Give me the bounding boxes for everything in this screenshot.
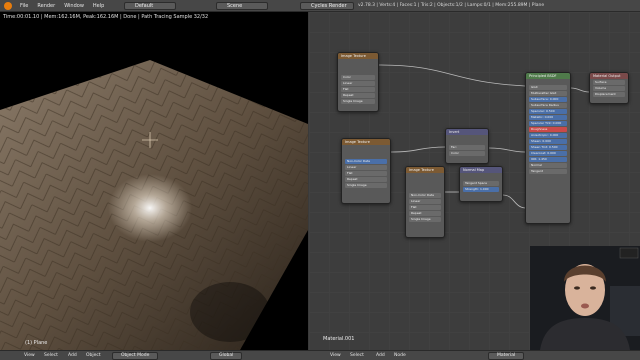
main-menu: File Render Window Help <box>20 3 104 9</box>
node-field[interactable]: Linear <box>409 199 441 204</box>
menu-file[interactable]: File <box>20 3 28 9</box>
node-tree-type-selector[interactable]: Material <box>488 352 524 360</box>
node-menu-node[interactable]: Node <box>394 352 406 360</box>
node-field[interactable]: Linear <box>341 81 375 86</box>
node-title: Image Texture <box>338 53 378 59</box>
node-title: Material Output <box>590 73 628 79</box>
menu-help[interactable]: Help <box>93 3 104 9</box>
render-info-text: Time:00:01.10 | Mem:162.16M, Peak:162.16… <box>3 14 209 20</box>
viewport-menu-object[interactable]: Object <box>86 352 101 360</box>
node-field[interactable]: Subsurface: 0.000 <box>529 97 567 102</box>
node-field[interactable]: Flat <box>341 87 375 92</box>
node-field[interactable]: Flat <box>409 205 441 210</box>
menu-window[interactable]: Window <box>64 3 84 9</box>
node-field[interactable]: Strength: 1.000 <box>463 187 499 192</box>
node-field[interactable]: Single Image <box>341 99 375 104</box>
node-field[interactable]: Subsurface Radius <box>529 103 567 108</box>
node-menu-select[interactable]: Select <box>350 352 364 360</box>
node-field[interactable]: Single Image <box>345 183 387 188</box>
bottom-header-bar: View Select Add Object Object Mode Globa… <box>0 350 640 360</box>
node-field[interactable]: Single Image <box>409 217 441 222</box>
3d-viewport[interactable]: Time:00:01.10 | Mem:162.16M, Peak:162.16… <box>0 12 308 350</box>
node-field[interactable]: Repeat <box>409 211 441 216</box>
transform-orientation-selector[interactable]: Global <box>210 352 242 360</box>
image-texture-node-mid[interactable]: Image Texture Non-Color Data Linear Flat… <box>341 138 391 204</box>
scene-selector[interactable]: Scene <box>216 2 268 10</box>
node-field[interactable]: Specular: 0.500 <box>529 109 567 114</box>
node-field[interactable]: Repeat <box>345 177 387 182</box>
node-field[interactable]: Multiscatter GGX <box>529 91 567 96</box>
layout-selector[interactable]: Default <box>124 2 176 10</box>
image-texture-node-low[interactable]: Image Texture Non-Color Data Linear Flat… <box>405 166 445 238</box>
node-title: Image Texture <box>406 167 444 173</box>
material-output-node[interactable]: Material Output Surface Volume Displacem… <box>589 72 629 104</box>
node-field[interactable]: Specular Tint: 0.000 <box>529 121 567 126</box>
node-field[interactable]: Volume <box>593 86 625 91</box>
active-object-label: (1) Plane <box>25 340 48 346</box>
node-field[interactable]: Linear <box>345 165 387 170</box>
image-texture-node-top[interactable]: Image Texture Color Linear Flat Repeat S… <box>337 52 379 112</box>
node-menu-view[interactable]: View <box>330 352 341 360</box>
node-field[interactable]: Roughness <box>529 127 567 132</box>
scene-stats: v2.78.3 | Verts:4 | Faces:1 | Tris:2 | O… <box>358 3 545 8</box>
node-field[interactable]: Sheen: 0.000 <box>529 139 567 144</box>
presenter-face-image <box>530 246 640 350</box>
node-field[interactable]: Displacement <box>593 92 625 97</box>
viewport-menu-add[interactable]: Add <box>68 352 77 360</box>
node-field[interactable]: Anisotropic: 0.000 <box>529 133 567 138</box>
rendered-floor-image <box>0 60 308 350</box>
viewport-menu-view[interactable]: View <box>24 352 35 360</box>
node-field[interactable]: GGX <box>529 85 567 90</box>
node-field[interactable]: Color <box>449 151 485 156</box>
principled-bsdf-node[interactable]: Principled BSDF GGX Multiscatter GGX Sub… <box>525 72 571 224</box>
node-field[interactable]: Normal <box>529 163 567 168</box>
node-field[interactable]: Non-Color Data <box>409 193 441 198</box>
node-field[interactable]: Flat <box>345 171 387 176</box>
normal-map-node[interactable]: Normal Map Tangent Space Strength: 1.000 <box>459 166 503 202</box>
node-field[interactable]: Repeat <box>341 93 375 98</box>
render-engine-selector[interactable]: Cycles Render <box>300 2 354 10</box>
node-field[interactable]: Tangent <box>529 169 567 174</box>
node-field[interactable]: Metallic: 0.000 <box>529 115 567 120</box>
invert-node[interactable]: Invert Fac: Color <box>445 128 489 164</box>
node-menu-add[interactable]: Add <box>376 352 385 360</box>
top-header-bar: File Render Window Help Default Scene Cy… <box>0 0 640 12</box>
node-title: Normal Map <box>460 167 502 173</box>
node-title: Invert <box>446 129 488 135</box>
node-field[interactable]: Clearcoat: 0.000 <box>529 151 567 156</box>
material-name-label: Material.001 <box>323 336 355 342</box>
viewport-menu-select[interactable]: Select <box>44 352 58 360</box>
mode-selector[interactable]: Object Mode <box>112 352 158 360</box>
node-field[interactable]: Sheen Tint: 0.500 <box>529 145 567 150</box>
node-field[interactable]: Tangent Space <box>463 181 499 186</box>
node-field[interactable]: Color <box>341 75 375 80</box>
node-title: Principled BSDF <box>526 73 570 79</box>
node-title: Image Texture <box>342 139 390 145</box>
blender-logo-icon[interactable] <box>4 2 12 10</box>
node-field[interactable]: Fac: <box>449 145 485 150</box>
node-field[interactable]: Surface <box>593 80 625 85</box>
presenter-webcam <box>530 246 640 350</box>
menu-render[interactable]: Render <box>37 3 55 9</box>
node-field[interactable]: IOR: 1.450 <box>529 157 567 162</box>
node-field[interactable]: Non-Color Data <box>345 159 387 164</box>
